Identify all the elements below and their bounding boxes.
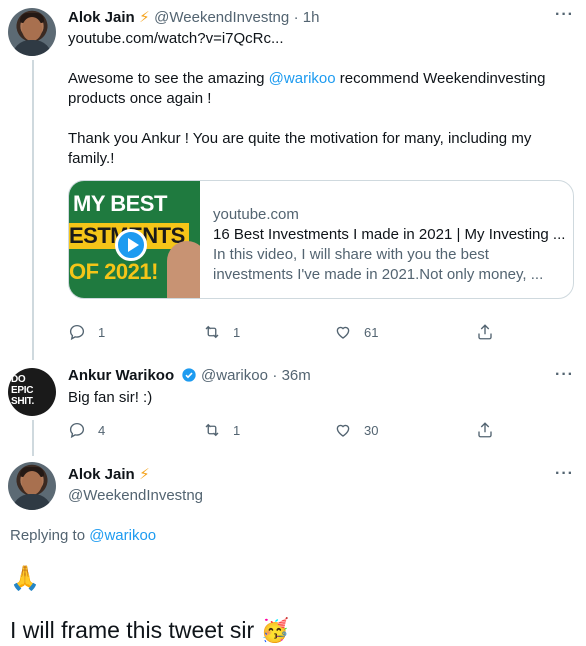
tweet-text: I will frame this tweet sir [10,617,255,643]
retweet-count: 1 [233,324,241,340]
tweet-link[interactable]: youtube.com/watch?v=i7QcRc... [68,29,284,49]
avatar-text: SHIT. [11,396,34,407]
thumbnail-person [167,241,200,298]
like-count: 30 [364,422,379,438]
verified-badge-icon [181,368,196,382]
author-name[interactable]: Alok Jain [68,9,135,26]
like-count: 61 [364,324,379,340]
party-emoji: 🥳 [260,617,290,643]
thread-line [32,420,34,456]
heart-icon [336,424,350,437]
heart-icon [336,326,350,339]
tweet-text-part: recommend Weekendinvesting [335,70,546,87]
like-button[interactable]: 61 [334,323,378,341]
replying-label: Replying to [10,527,90,544]
retweet-icon [205,325,219,339]
thread-line [32,60,34,360]
reply-button[interactable]: 1 [68,323,105,341]
video-thumbnail[interactable]: MY BEST ESTMENTS OF 2021! [69,181,200,298]
tweet-actions: 4 1 30 [68,421,508,441]
replying-to-link[interactable]: @warikoo [89,527,156,544]
like-button[interactable]: 30 [334,421,378,439]
avatar-text: DO [11,374,26,385]
tweet-text: Big fan sir! :) [68,389,153,406]
card-description: investments I've made in 2021.Not only m… [213,266,544,283]
thumbnail-text: OF 2021! [69,259,158,284]
link-preview-card[interactable]: MY BEST ESTMENTS OF 2021! youtube.com 16… [68,180,574,299]
share-icon [478,422,492,438]
reply-icon [69,324,85,341]
mention-link[interactable]: @warikoo [269,70,336,87]
tweet-time[interactable]: · 36m [272,367,310,384]
card-title: 16 Best Investments I made in 2021 | My … [213,226,565,243]
more-options-icon[interactable]: ··· [555,465,574,483]
more-options-icon[interactable]: ··· [555,366,574,384]
avatar[interactable] [8,8,56,56]
pray-emoji: 🙏 [10,565,40,592]
thumbnail-text: MY BEST [73,191,167,216]
tweet-text-line: Thank you Ankur ! You are quite the moti… [68,130,532,147]
reply-count: 1 [98,324,106,340]
retweet-button[interactable]: 1 [203,323,240,341]
share-icon [478,324,492,340]
author-handle[interactable]: @WeekendInvestng [154,9,289,26]
author-handle[interactable]: @warikoo [201,367,268,384]
avatar[interactable] [8,462,56,510]
card-description: In this video, I will share with you the… [213,246,489,263]
lightning-emoji: ⚡ [139,9,150,26]
tweet-actions: 1 1 61 [68,323,508,343]
lightning-emoji: ⚡ [139,466,150,483]
author-name[interactable]: Alok Jain [68,466,135,483]
author-handle[interactable]: @WeekendInvestng [68,487,203,504]
reply-button[interactable]: 4 [68,421,105,439]
avatar[interactable]: DO EPIC SHIT. [8,368,56,416]
more-options-icon[interactable]: ··· [555,6,574,24]
tweet-text-line: products once again ! [68,90,212,107]
avatar-text: EPIC [11,385,34,396]
tweet-text: Awesome to see the amazing @warikoo reco… [68,69,574,169]
author-name[interactable]: Ankur Warikoo [68,367,174,384]
reply-icon [69,422,85,439]
reply-count: 4 [98,422,106,438]
tweet-text-line: family.! [68,150,115,167]
card-domain: youtube.com [213,206,299,223]
share-button[interactable] [476,323,506,341]
tweet-text-part: Awesome to see the amazing [68,70,269,87]
retweet-icon [205,423,219,437]
retweet-count: 1 [233,422,241,438]
tweet-time[interactable]: · 1h [294,9,320,26]
retweet-button[interactable]: 1 [203,421,240,439]
share-button[interactable] [476,421,506,439]
play-icon[interactable] [115,229,147,261]
